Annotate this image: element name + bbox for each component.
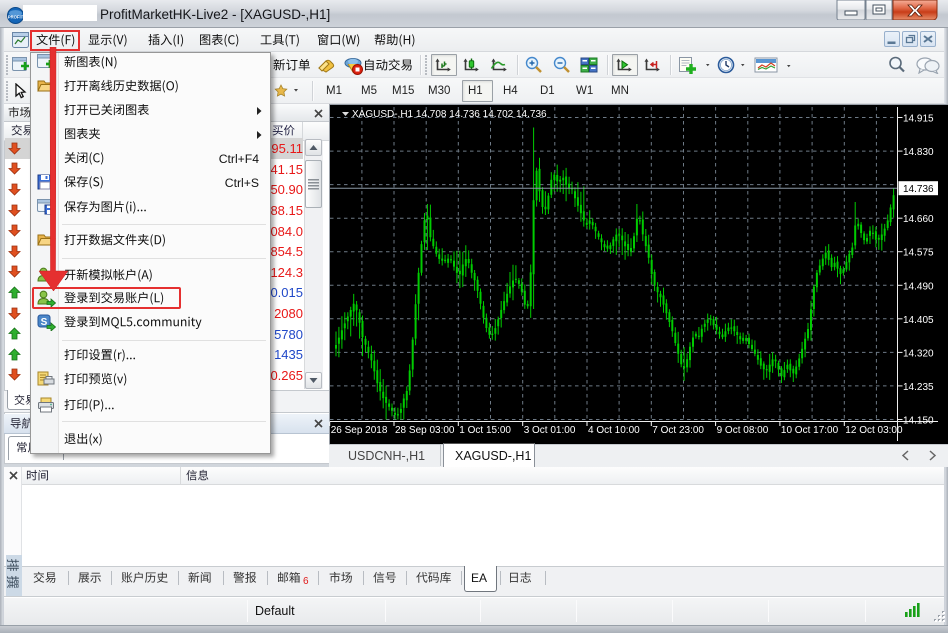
svg-text:14.830: 14.830	[903, 147, 934, 158]
svg-text:14.915: 14.915	[903, 114, 934, 125]
svg-text:12 Oct 03:00: 12 Oct 03:00	[845, 425, 903, 436]
svg-text:7 Oct 23:00: 7 Oct 23:00	[652, 425, 704, 436]
svg-text:3 Oct 01:00: 3 Oct 01:00	[524, 425, 576, 436]
svg-text:26 Sep 2018: 26 Sep 2018	[331, 425, 388, 436]
svg-text:14.575: 14.575	[903, 248, 934, 259]
svg-text:10 Oct 17:00: 10 Oct 17:00	[781, 425, 839, 436]
svg-text:14.235: 14.235	[903, 382, 934, 393]
svg-text:14.405: 14.405	[903, 315, 934, 326]
svg-text:14.320: 14.320	[903, 348, 934, 359]
svg-text:XAGUSD-,H1 14.708 14.736 14.7: XAGUSD-,H1 14.708 14.736 14.702 14.736	[352, 109, 547, 120]
svg-text:28 Sep 03:00: 28 Sep 03:00	[395, 425, 455, 436]
svg-text:14.490: 14.490	[903, 281, 934, 292]
svg-text:9 Oct 08:00: 9 Oct 08:00	[717, 425, 769, 436]
svg-text:1 Oct 15:00: 1 Oct 15:00	[459, 425, 511, 436]
svg-text:14.660: 14.660	[903, 214, 934, 225]
svg-text:14.736: 14.736	[903, 184, 934, 195]
svg-text:4 Oct 10:00: 4 Oct 10:00	[588, 425, 640, 436]
svg-text:14.150: 14.150	[903, 416, 934, 427]
